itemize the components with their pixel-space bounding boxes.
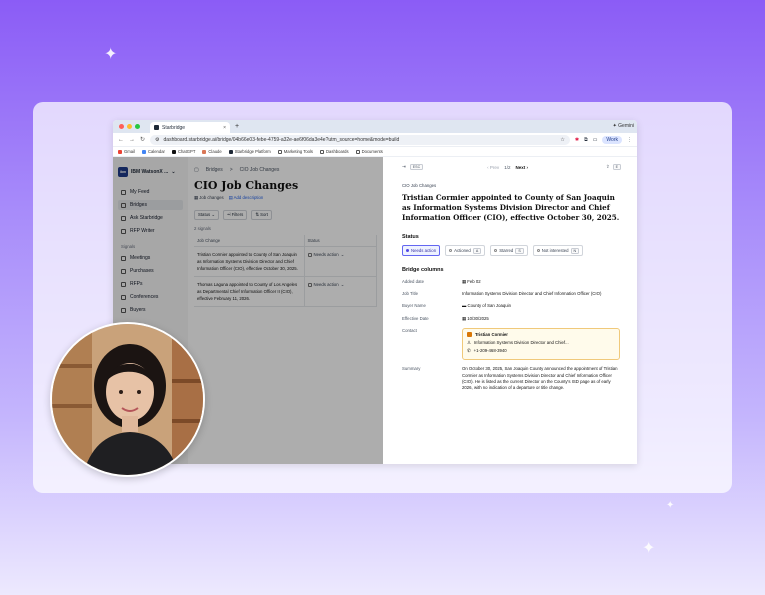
- share-icon[interactable]: ⇪: [606, 164, 610, 170]
- address-bar-row: ← → ↻ ⚙ dashboard.starbridge.ai/bridge/0…: [113, 133, 637, 147]
- key-hint: E: [612, 164, 621, 170]
- bookmark-star-icon[interactable]: ☆: [560, 137, 564, 143]
- field-job-title: Job Title Information Systems Division D…: [402, 291, 602, 297]
- folder-icon: [355, 149, 360, 154]
- bookmarks-bar: Gmail Calendar ChatGPT Claude Starbridge…: [113, 147, 637, 157]
- detail-title: Tristian Cormier appointed to County of …: [402, 193, 620, 222]
- maximize-window-button[interactable]: [135, 124, 140, 129]
- detail-breadcrumb[interactable]: CIO Job Changes: [402, 183, 621, 188]
- calendar-icon: ▦: [462, 279, 467, 284]
- bookmark-chatgpt[interactable]: ChatGPT: [171, 149, 195, 154]
- starbridge-icon: [228, 149, 233, 154]
- contact-avatar-icon: [467, 332, 472, 338]
- extensions-puzzle-icon[interactable]: ⧉: [584, 137, 588, 143]
- status-options: Needs action Actioned A Starred S Not in…: [402, 245, 621, 256]
- signal-detail-panel: ⇥ ESC ‹ Prev 1/2 Next › ⇪ E CIO Job Chan…: [383, 157, 637, 464]
- folder-icon: [320, 149, 325, 154]
- new-tab-button[interactable]: +: [235, 123, 239, 130]
- sparkle-icon: ✦: [104, 46, 118, 63]
- phone-icon: ✆: [467, 348, 471, 354]
- field-contact: Contact Tristian Cormier ♙ Information Sy…: [402, 327, 621, 361]
- next-button[interactable]: Next ›: [515, 165, 528, 170]
- gemini-button[interactable]: ✦ Gemini: [613, 123, 634, 129]
- bookmark-starbridge-platform[interactable]: Starbridge Platform: [228, 149, 271, 154]
- field-summary: Summary On October 30, 2025, San Joaquin…: [402, 366, 618, 391]
- starbridge-favicon-icon: [154, 125, 159, 130]
- esc-key-hint: ESC: [409, 164, 424, 170]
- gmail-icon: [118, 149, 122, 154]
- profile-button[interactable]: Work: [602, 135, 622, 144]
- bookmark-calendar[interactable]: Calendar: [141, 149, 165, 154]
- minimize-window-button[interactable]: [127, 124, 132, 129]
- bookmark-folder-marketing[interactable]: Marketing Tools: [277, 149, 313, 154]
- field-buyer-name: Buyer Name ▬ County of San Joaquin: [402, 303, 511, 309]
- tab-bar: Starbridge × + ✦ Gemini: [113, 120, 637, 133]
- prev-button[interactable]: ‹ Prev: [487, 165, 499, 170]
- browser-tab[interactable]: Starbridge ×: [150, 122, 230, 133]
- extension-icon[interactable]: ✱: [575, 137, 579, 143]
- chatgpt-icon: [171, 149, 176, 154]
- page-indicator: 1/2: [504, 164, 511, 170]
- browser-menu-icon[interactable]: ⋮: [627, 137, 632, 143]
- status-actioned-button[interactable]: Actioned A: [445, 245, 486, 256]
- field-added-date: Added date ▦ Feb 02: [402, 279, 481, 284]
- detail-actions: ⇪ E: [606, 164, 621, 170]
- cast-icon[interactable]: ▭: [593, 137, 598, 143]
- buyer-logo-icon: ▬: [462, 303, 467, 309]
- radio-icon: [536, 249, 540, 252]
- status-needs-action-button[interactable]: Needs action: [402, 245, 441, 256]
- status-not-interested-button[interactable]: Not interested N: [532, 245, 584, 256]
- bridge-columns-heading: Bridge columns: [402, 267, 444, 273]
- close-window-button[interactable]: [119, 124, 124, 129]
- reload-icon[interactable]: ↻: [140, 136, 145, 143]
- field-effective-date: Effective Date ▦ 10/30/2025: [402, 315, 489, 321]
- contact-card[interactable]: Tristian Cormier ♙ Information Systems Di…: [462, 327, 620, 361]
- close-tab-icon[interactable]: ×: [223, 125, 226, 131]
- bookmark-folder-dashboards[interactable]: Dashboards: [320, 149, 349, 154]
- detail-toolbar: ⇥ ESC ‹ Prev 1/2 Next › ⇪ E: [402, 161, 621, 173]
- status-heading: Status: [402, 234, 419, 240]
- status-starred-button[interactable]: Starred S: [490, 245, 528, 256]
- pagination: ‹ Prev 1/2 Next ›: [487, 165, 528, 170]
- bookmark-folder-documents[interactable]: Documents: [355, 149, 383, 154]
- sparkle-icon: ✦: [666, 500, 675, 511]
- radio-icon: [494, 249, 498, 252]
- calendar-icon: [141, 149, 146, 154]
- radio-icon: [449, 249, 453, 252]
- claude-icon: [202, 149, 207, 154]
- person-icon: ♙: [467, 340, 471, 346]
- site-info-icon[interactable]: ⚙: [155, 137, 159, 143]
- folder-icon: [277, 149, 282, 154]
- calendar-icon: ▦: [462, 315, 467, 321]
- forward-arrow-icon[interactable]: →: [129, 137, 135, 143]
- collapse-panel-icon[interactable]: ⇥: [402, 164, 406, 170]
- tab-title: Starbridge: [162, 124, 186, 131]
- back-arrow-icon[interactable]: ←: [118, 137, 124, 143]
- presenter-image: [52, 324, 203, 475]
- bookmark-gmail[interactable]: Gmail: [118, 149, 135, 154]
- bookmark-claude[interactable]: Claude: [202, 149, 222, 154]
- webcam-presenter-video: [50, 322, 205, 477]
- sparkle-icon: ✦: [642, 540, 656, 557]
- selected-dot-icon: [406, 249, 409, 252]
- url-bar[interactable]: ⚙ dashboard.starbridge.ai/bridge/04b66e0…: [150, 134, 570, 145]
- url-text: dashboard.starbridge.ai/bridge/04b66e03-…: [163, 136, 400, 143]
